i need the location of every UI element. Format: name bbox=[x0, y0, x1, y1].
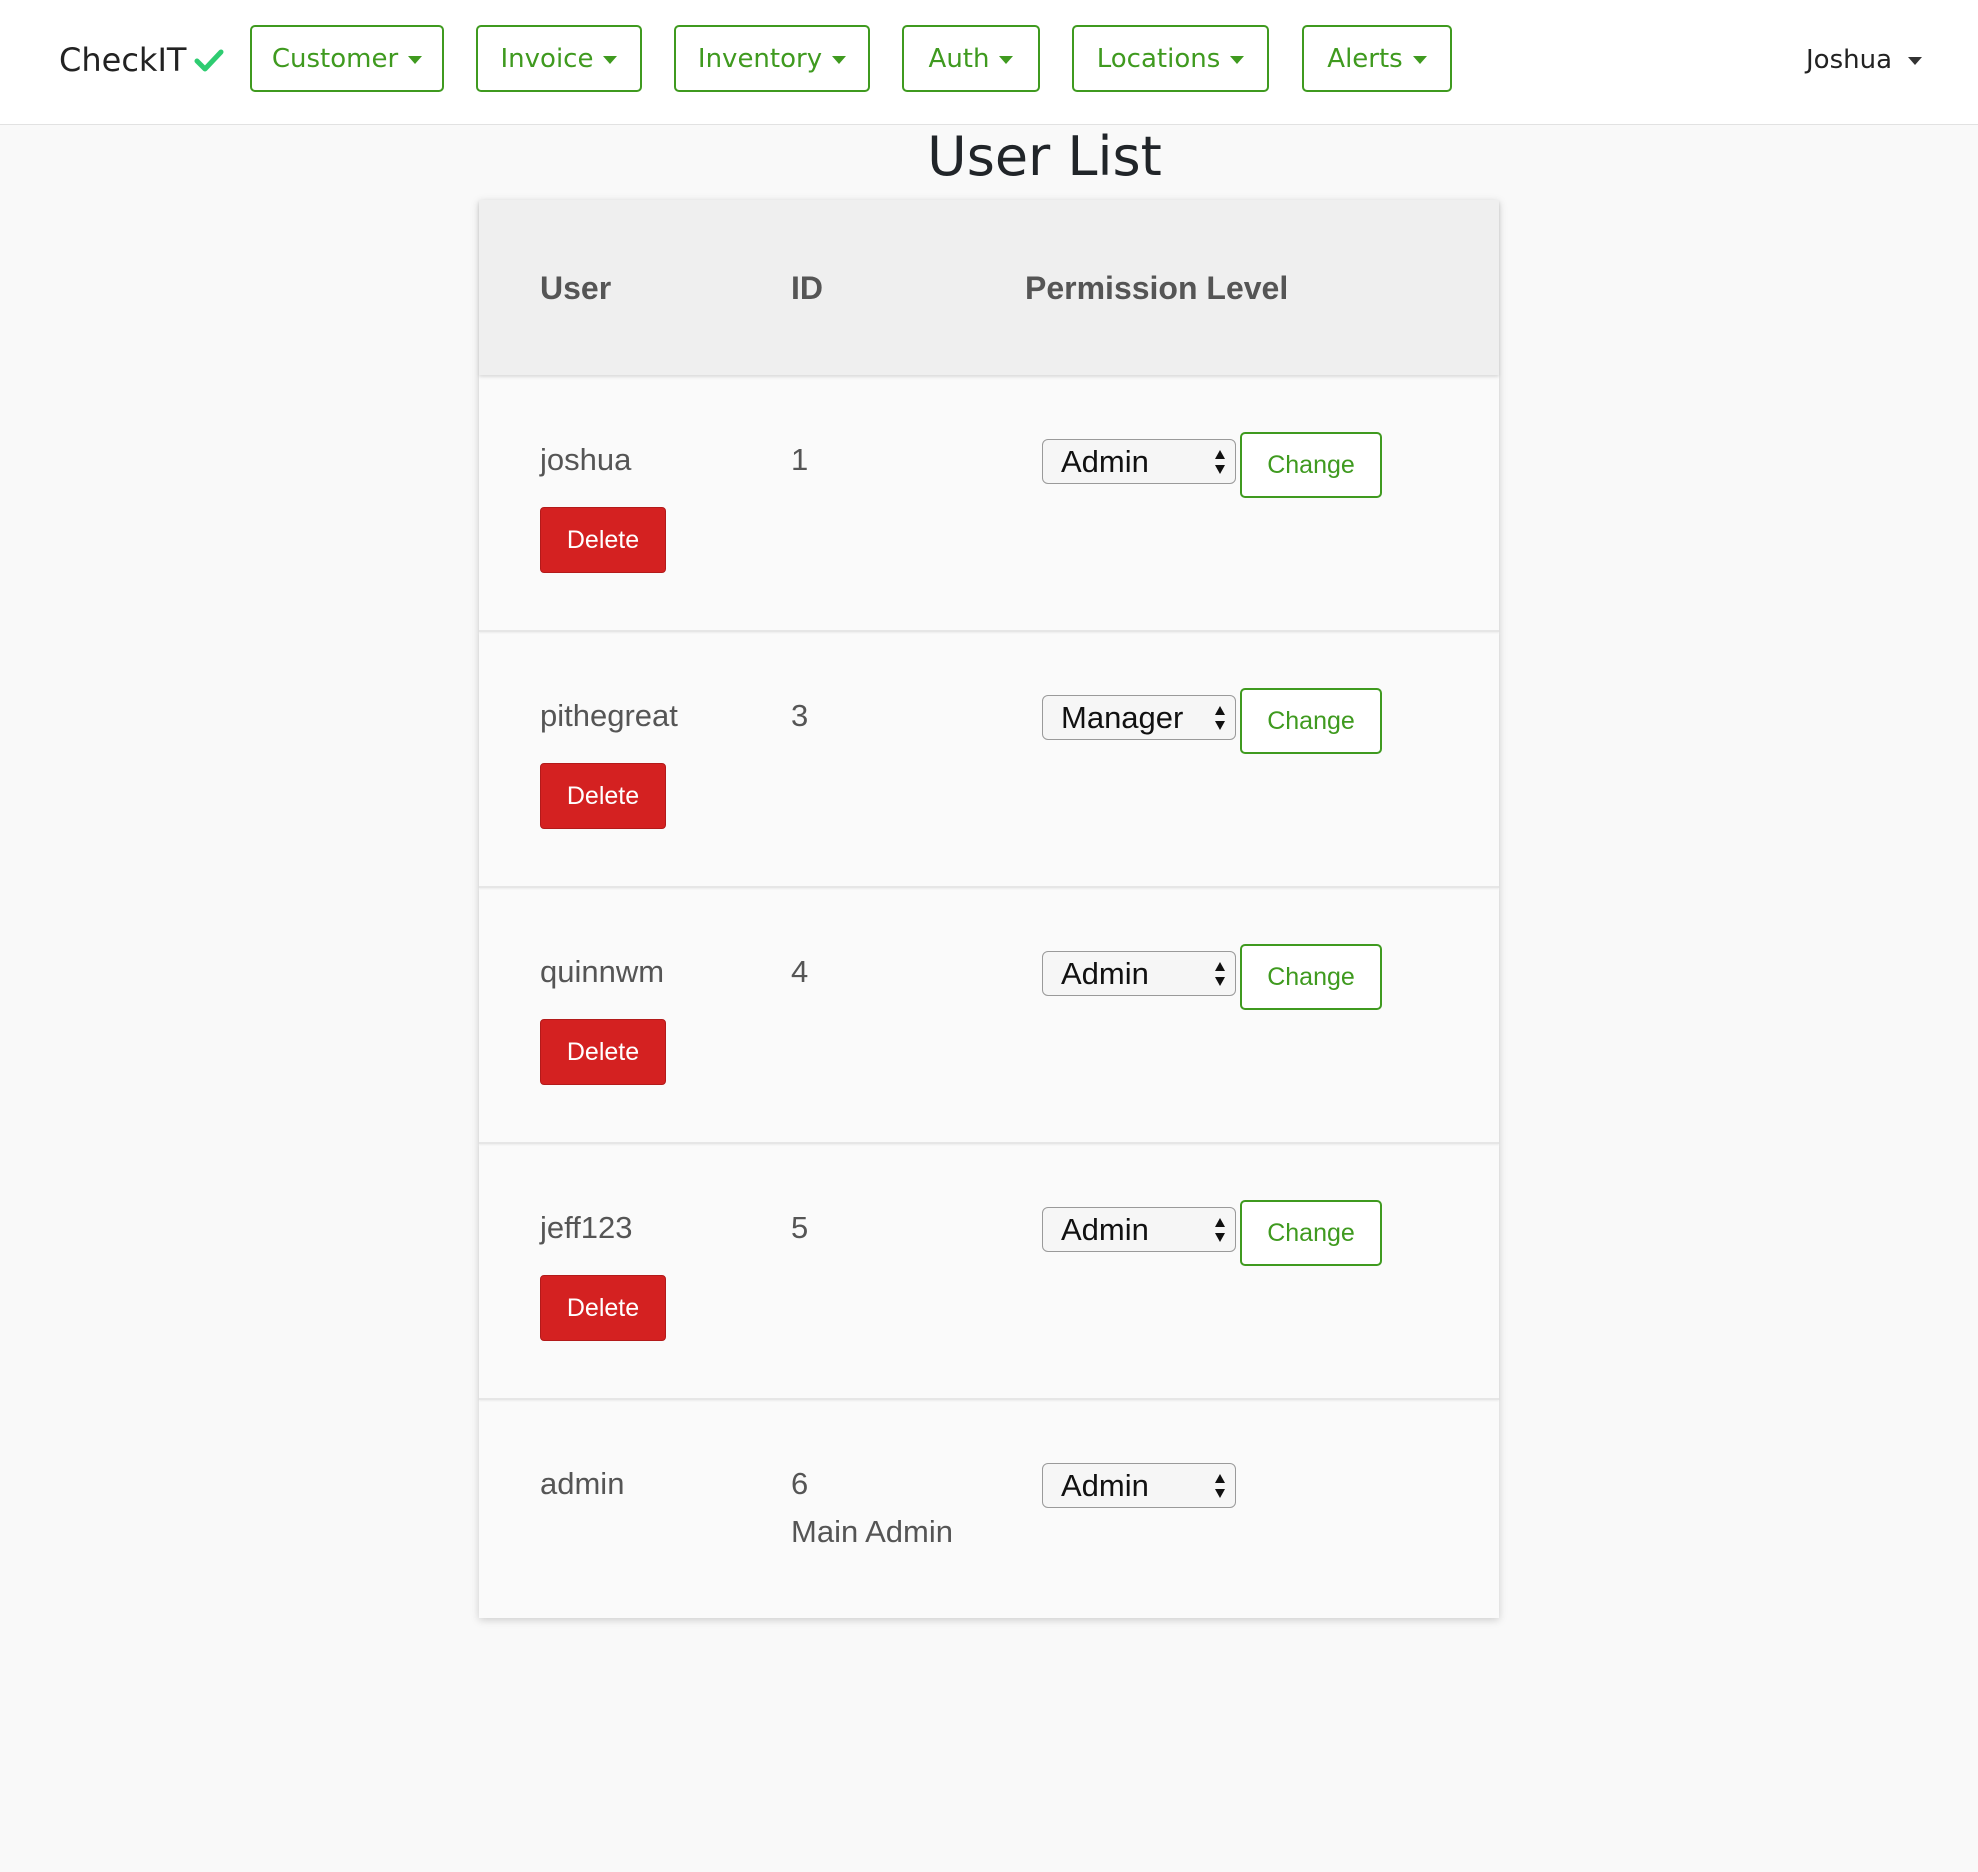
top-navbar: CheckIT Customer Invoice Inventory Auth … bbox=[0, 0, 1978, 125]
table-row: admin 6 Main Admin Admin bbox=[479, 1401, 1499, 1618]
delete-user-button[interactable]: Delete bbox=[540, 1275, 666, 1341]
nav-auth-label: Auth bbox=[928, 43, 990, 74]
permission-select[interactable]: Admin bbox=[1042, 1463, 1236, 1508]
user-menu-dropdown[interactable]: Joshua bbox=[1806, 38, 1923, 82]
delete-user-button[interactable]: Delete bbox=[540, 507, 666, 573]
change-permission-button[interactable]: Change bbox=[1240, 688, 1382, 754]
nav-alerts-dropdown[interactable]: Alerts bbox=[1302, 25, 1452, 92]
user-id: 5 bbox=[791, 1210, 809, 1245]
permission-select-value: Admin bbox=[1061, 1211, 1149, 1247]
user-name: jeff123 bbox=[540, 1210, 633, 1245]
select-arrows-icon bbox=[1215, 450, 1225, 474]
main-admin-note: Main Admin bbox=[791, 1514, 953, 1549]
column-header-user: User bbox=[540, 270, 612, 306]
nav-locations-dropdown[interactable]: Locations bbox=[1072, 25, 1269, 92]
permission-select[interactable]: Admin bbox=[1042, 1207, 1236, 1252]
chevron-down-icon bbox=[1412, 55, 1427, 64]
brand-logo[interactable]: CheckIT bbox=[59, 38, 224, 82]
nav-customer-dropdown[interactable]: Customer bbox=[250, 25, 444, 92]
nav-auth-dropdown[interactable]: Auth bbox=[902, 25, 1040, 92]
delete-user-button[interactable]: Delete bbox=[540, 763, 666, 829]
nav-customer-label: Customer bbox=[271, 43, 399, 74]
column-header-permission: Permission Level bbox=[1025, 270, 1289, 306]
select-arrows-icon bbox=[1215, 1474, 1225, 1498]
user-menu-label: Joshua bbox=[1806, 45, 1893, 75]
delete-user-button[interactable]: Delete bbox=[540, 1019, 666, 1085]
page-title: User List bbox=[927, 125, 1162, 188]
user-name: joshua bbox=[540, 442, 632, 477]
permission-select[interactable]: Admin bbox=[1042, 439, 1236, 484]
select-arrows-icon bbox=[1215, 962, 1225, 986]
chevron-down-icon bbox=[408, 55, 423, 64]
user-id: 6 bbox=[791, 1466, 809, 1501]
table-header: User ID Permission Level bbox=[479, 200, 1499, 375]
brand-name: CheckIT bbox=[59, 41, 187, 79]
table-row: joshua 1 Delete Admin Change bbox=[479, 377, 1499, 632]
permission-select[interactable]: Manager bbox=[1042, 695, 1236, 740]
table-row: pithegreat 3 Delete Manager Change bbox=[479, 633, 1499, 888]
nav-invoice-label: Invoice bbox=[500, 43, 594, 74]
user-id: 1 bbox=[791, 442, 809, 477]
nav-locations-label: Locations bbox=[1096, 43, 1221, 74]
user-name: pithegreat bbox=[540, 698, 678, 733]
user-id: 4 bbox=[791, 954, 809, 989]
permission-select[interactable]: Admin bbox=[1042, 951, 1236, 996]
user-id: 3 bbox=[791, 698, 809, 733]
chevron-down-icon bbox=[999, 55, 1014, 64]
user-table: User ID Permission Level joshua 1 Delete… bbox=[479, 200, 1499, 1618]
column-header-id: ID bbox=[791, 270, 823, 306]
table-row: quinnwm 4 Delete Admin Change bbox=[479, 889, 1499, 1144]
checkmark-icon bbox=[194, 49, 224, 72]
select-arrows-icon bbox=[1215, 1218, 1225, 1242]
nav-inventory-dropdown[interactable]: Inventory bbox=[674, 25, 870, 92]
change-permission-button[interactable]: Change bbox=[1240, 432, 1382, 498]
nav-inventory-label: Inventory bbox=[697, 43, 823, 74]
select-arrows-icon bbox=[1215, 706, 1225, 730]
change-permission-button[interactable]: Change bbox=[1240, 944, 1382, 1010]
chevron-down-icon bbox=[1230, 55, 1245, 64]
nav-invoice-dropdown[interactable]: Invoice bbox=[476, 25, 642, 92]
table-row: jeff123 5 Delete Admin Change bbox=[479, 1145, 1499, 1400]
user-name: quinnwm bbox=[540, 954, 665, 989]
permission-select-value: Admin bbox=[1061, 955, 1149, 991]
permission-select-value: Manager bbox=[1061, 699, 1184, 735]
chevron-down-icon bbox=[603, 55, 618, 64]
nav-alerts-label: Alerts bbox=[1327, 43, 1403, 74]
chevron-down-icon bbox=[832, 55, 847, 64]
chevron-down-icon bbox=[1908, 57, 1923, 65]
user-name: admin bbox=[540, 1466, 625, 1501]
change-permission-button[interactable]: Change bbox=[1240, 1200, 1382, 1266]
permission-select-value: Admin bbox=[1061, 443, 1149, 479]
permission-select-value: Admin bbox=[1061, 1467, 1149, 1503]
